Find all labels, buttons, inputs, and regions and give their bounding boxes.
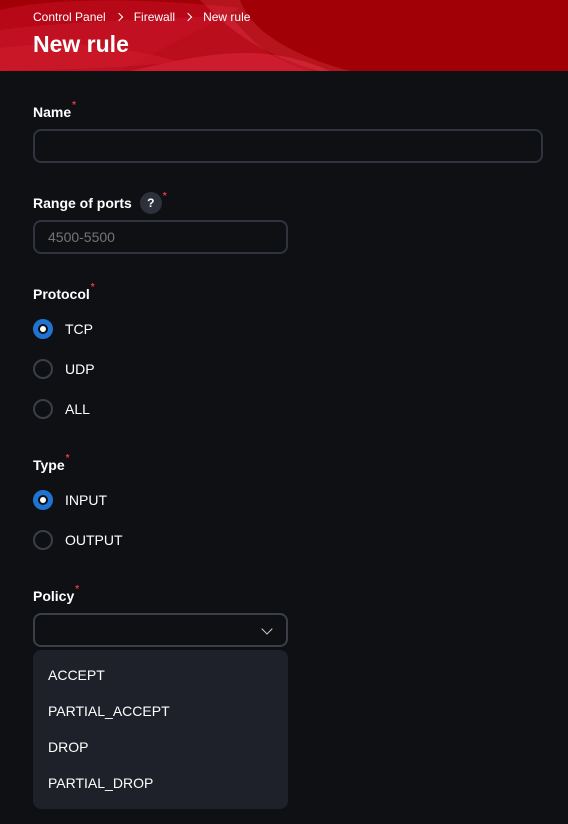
policy-option-partial-drop[interactable]: PARTIAL_DROP	[48, 775, 153, 791]
chevron-right-icon	[183, 12, 193, 22]
type-option-label: INPUT	[65, 492, 107, 508]
radio-unchecked-icon[interactable]	[33, 359, 53, 379]
protocol-option-udp[interactable]: UDP	[33, 359, 95, 379]
name-input[interactable]	[33, 129, 543, 163]
page-title: New rule	[33, 31, 129, 57]
help-icon[interactable]: ?	[139, 192, 162, 214]
required-asterisk: *	[90, 282, 95, 293]
breadcrumb-firewall[interactable]: Firewall	[134, 10, 175, 24]
policy-label: Policy *	[33, 584, 79, 604]
policy-dropdown-menu: ACCEPT PARTIAL_ACCEPT DROP PARTIAL_DROP	[33, 650, 288, 809]
chevron-right-icon	[114, 12, 123, 22]
required-asterisk: *	[162, 191, 167, 202]
type-option-input[interactable]: INPUT	[33, 490, 107, 510]
protocol-option-all[interactable]: ALL	[33, 399, 90, 419]
policy-select[interactable]	[33, 613, 288, 647]
name-label: Name *	[33, 100, 76, 120]
ports-label: Range of ports ? *	[33, 191, 167, 214]
radio-unchecked-icon[interactable]	[33, 530, 53, 550]
page-header: Control Panel Firewall New rule New rule	[0, 0, 568, 71]
radio-checked-icon[interactable]	[33, 490, 53, 510]
breadcrumb: Control Panel Firewall New rule	[33, 10, 250, 24]
protocol-option-label: ALL	[65, 401, 90, 417]
policy-label-text: Policy	[33, 588, 75, 604]
ports-label-text: Range of ports	[33, 195, 132, 211]
breadcrumb-new-rule: New rule	[203, 10, 251, 24]
name-label-text: Name	[33, 104, 72, 120]
required-asterisk: *	[75, 584, 80, 595]
protocol-option-tcp[interactable]: TCP	[33, 319, 93, 339]
protocol-label-text: Protocol	[33, 286, 90, 302]
protocol-label: Protocol *	[33, 282, 95, 302]
type-option-label: OUTPUT	[65, 532, 123, 548]
ports-input[interactable]	[33, 220, 288, 254]
type-label: Type *	[33, 453, 70, 473]
type-option-output[interactable]: OUTPUT	[33, 530, 123, 550]
policy-option-partial-accept[interactable]: PARTIAL_ACCEPT	[48, 703, 170, 719]
type-label-text: Type	[33, 457, 65, 473]
protocol-option-label: TCP	[65, 321, 93, 337]
policy-option-drop[interactable]: DROP	[48, 739, 88, 755]
required-asterisk: *	[65, 453, 70, 464]
radio-unchecked-icon[interactable]	[33, 399, 53, 419]
radio-checked-icon[interactable]	[33, 319, 53, 339]
protocol-option-label: UDP	[65, 361, 95, 377]
required-asterisk: *	[72, 100, 77, 111]
policy-option-accept[interactable]: ACCEPT	[48, 667, 105, 683]
breadcrumb-control-panel[interactable]: Control Panel	[33, 10, 106, 24]
chevron-down-icon[interactable]	[261, 623, 273, 635]
